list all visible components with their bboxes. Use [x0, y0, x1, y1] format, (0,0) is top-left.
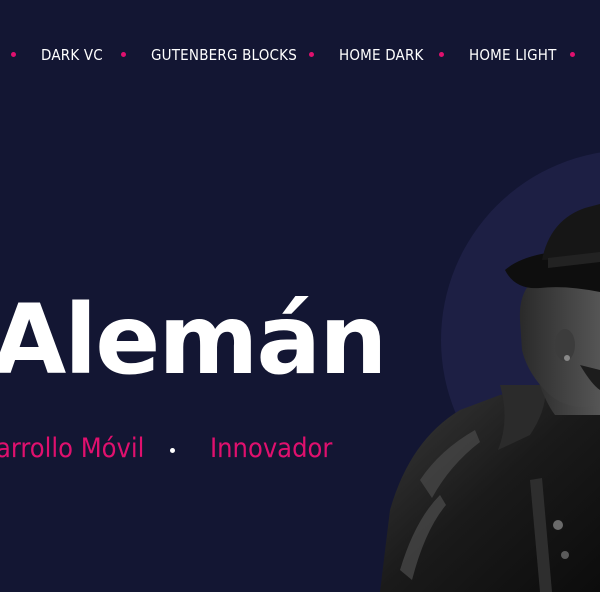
nav-separator-dot	[121, 52, 126, 57]
nav-separator-dot	[309, 52, 314, 57]
nav-item-home-light[interactable]: HOME LIGHT	[469, 45, 557, 65]
hero-role-mobile-dev: arrollo Móvil	[0, 433, 145, 464]
nav-item-home-dark[interactable]: HOME DARK	[339, 45, 424, 65]
nav-separator-dot	[11, 52, 16, 57]
nav-item-dark-vc[interactable]: DARK VC	[41, 45, 103, 65]
role-separator-dot	[170, 448, 175, 453]
top-nav: DARK VC GUTENBERG BLOCKS HOME DARK HOME …	[0, 0, 600, 110]
hero-page: DARK VC GUTENBERG BLOCKS HOME DARK HOME …	[0, 0, 600, 592]
hero-name-heading: Alemán	[0, 284, 387, 396]
hero-role-innovator: Innovador	[210, 433, 333, 464]
portrait-image	[380, 204, 600, 592]
nav-item-gutenberg-blocks[interactable]: GUTENBERG BLOCKS	[151, 45, 297, 65]
nav-separator-dot	[570, 52, 575, 57]
nav-separator-dot	[439, 52, 444, 57]
